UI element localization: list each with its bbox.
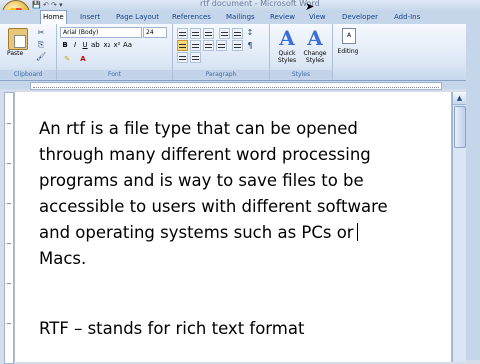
window-title: rtf document - Microsoft Word xyxy=(200,0,320,8)
tab-add-ins[interactable]: Add-Ins xyxy=(392,11,422,23)
font-color-icon[interactable]: A xyxy=(79,55,87,64)
document-line: accessible to users with different softw… xyxy=(39,197,388,216)
subscript-button[interactable]: x₂ xyxy=(103,41,111,50)
horizontal-ruler[interactable] xyxy=(30,82,442,90)
cut-icon[interactable]: ✂ xyxy=(36,28,46,37)
document-line: through many different word processing xyxy=(39,145,371,164)
change-case-button[interactable]: Aa xyxy=(123,41,132,50)
clipboard-group: Paste ✂ ⎘ 🖌 Clipboard xyxy=(0,24,57,80)
decrease-indent-button[interactable] xyxy=(219,28,230,39)
bullets-button[interactable] xyxy=(177,28,188,39)
quick-styles-sub: Styles xyxy=(277,57,297,64)
quick-styles-label[interactable]: Quick xyxy=(272,50,302,57)
clipboard-group-label: Clipboard xyxy=(0,70,56,79)
tab-review[interactable]: Review xyxy=(268,11,297,23)
paste-button-label[interactable]: Paste xyxy=(7,50,23,57)
tab-home[interactable]: Home xyxy=(40,10,67,25)
justify-button[interactable] xyxy=(216,40,227,51)
paragraph-group-label: Paragraph xyxy=(173,70,269,79)
font-group-label: Font xyxy=(57,70,172,79)
format-painter-icon[interactable]: 🖌 xyxy=(36,52,46,61)
tab-developer[interactable]: Developer xyxy=(340,11,380,23)
document-paragraph-2[interactable]: RTF – stands for rich text format xyxy=(39,316,304,342)
align-left-button[interactable] xyxy=(177,40,188,51)
sort-icon[interactable]: ↕ xyxy=(245,28,255,37)
binoculars-icon[interactable]: A xyxy=(342,28,356,44)
font-size-dropdown[interactable]: 24 xyxy=(143,27,167,38)
document-paragraph-1[interactable]: An rtf is a file type that can be opened… xyxy=(39,116,439,272)
increase-indent-button[interactable] xyxy=(232,28,243,39)
align-center-button[interactable] xyxy=(190,40,201,51)
line-spacing-button[interactable] xyxy=(232,40,243,51)
underline-button[interactable]: U xyxy=(81,41,89,50)
editing-group: A Editing xyxy=(333,24,363,80)
ribbon: Paste ✂ ⎘ 🖌 Clipboard Arial (Body) 24 B … xyxy=(0,24,480,81)
change-styles-icon[interactable]: A xyxy=(304,27,326,49)
tab-view[interactable]: View xyxy=(307,11,328,23)
paste-icon[interactable] xyxy=(8,28,28,50)
document-line: programs and is way to save files to be xyxy=(39,171,364,190)
styles-group-label: Styles xyxy=(270,70,332,79)
tab-page-layout[interactable]: Page Layout xyxy=(114,11,161,23)
scroll-up-icon[interactable]: ▲ xyxy=(453,92,466,105)
change-styles-sub: Styles xyxy=(305,57,325,64)
show-formatting-icon[interactable]: ¶ xyxy=(245,41,255,50)
copy-icon[interactable]: ⎘ xyxy=(36,40,46,49)
vertical-ruler[interactable] xyxy=(4,92,14,364)
tab-references[interactable]: References xyxy=(170,11,213,23)
editing-label[interactable]: Editing xyxy=(333,48,363,55)
font-name-dropdown[interactable]: Arial (Body) xyxy=(60,27,142,38)
italic-button[interactable]: I xyxy=(71,41,79,50)
styles-group: A Quick Styles A Change Styles Styles xyxy=(270,24,333,80)
text-cursor xyxy=(356,223,358,241)
document-line: An rtf is a file type that can be opened xyxy=(39,119,358,138)
title-bar: 💾 ↶ ↷ ▾ rtf document - Microsoft Word ➤ xyxy=(0,0,480,13)
change-styles-label[interactable]: Change xyxy=(300,50,330,57)
numbering-button[interactable] xyxy=(190,28,201,39)
vertical-scrollbar[interactable]: ▲ xyxy=(452,92,466,362)
document-line: Macs. xyxy=(39,249,87,268)
strikethrough-button[interactable]: ab xyxy=(91,41,100,50)
scroll-thumb[interactable] xyxy=(454,106,466,148)
superscript-button[interactable]: x² xyxy=(113,41,121,50)
quick-styles-icon[interactable]: A xyxy=(276,27,298,49)
highlight-icon[interactable]: ✎ xyxy=(63,55,71,64)
paragraph-group: ↕ ¶ Paragraph xyxy=(173,24,270,80)
document-line: and operating systems such as PCs or xyxy=(39,223,354,242)
tab-mailings[interactable]: Mailings xyxy=(224,11,257,23)
right-strip xyxy=(466,24,480,360)
align-right-button[interactable] xyxy=(203,40,214,51)
quick-access-toolbar[interactable]: 💾 ↶ ↷ ▾ xyxy=(32,1,63,9)
shading-button[interactable] xyxy=(177,52,188,63)
ribbon-tabs: Home Insert Page Layout References Maili… xyxy=(0,10,480,25)
multilevel-list-button[interactable] xyxy=(203,28,214,39)
bold-button[interactable]: B xyxy=(61,41,69,50)
borders-button[interactable] xyxy=(190,52,201,63)
font-group: Arial (Body) 24 B I U ab x₂ x² Aa ✎ A Fo… xyxy=(57,24,173,80)
tab-insert[interactable]: Insert xyxy=(78,11,102,23)
document-page[interactable]: An rtf is a file type that can be opened… xyxy=(14,92,452,362)
